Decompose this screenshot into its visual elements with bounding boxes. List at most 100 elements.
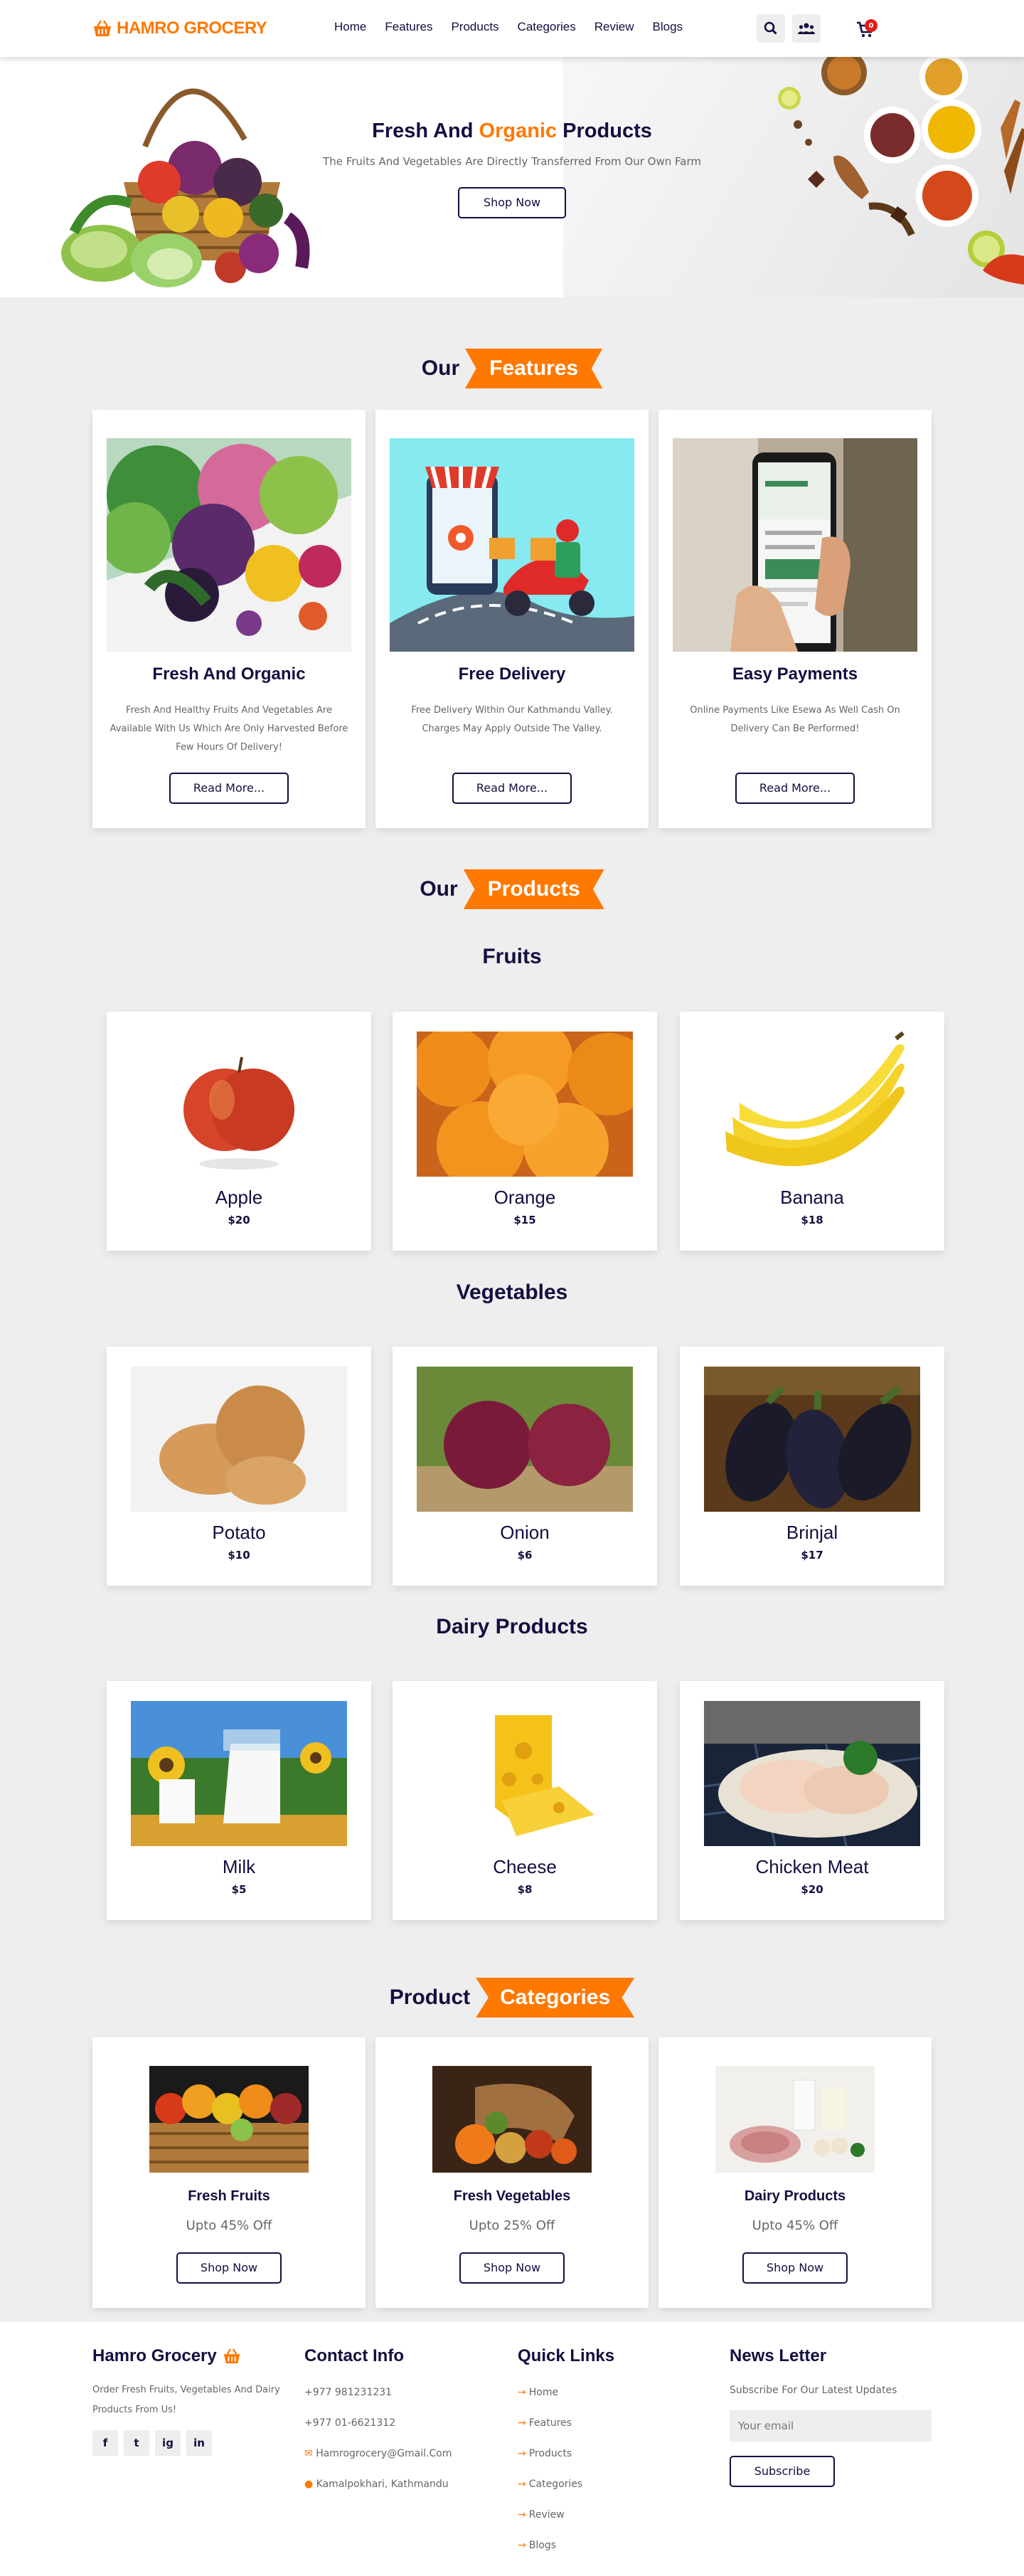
quick-link-features[interactable]: → Features (518, 2408, 703, 2439)
instagram-icon[interactable]: ig (155, 2430, 181, 2456)
nav-categories[interactable]: Categories (518, 20, 576, 34)
basket-icon (223, 2348, 240, 2364)
product-name: Brinjal (786, 1522, 838, 1543)
shop-now-button[interactable]: Shop Now (742, 2252, 848, 2284)
nav-home[interactable]: Home (334, 20, 366, 34)
read-more-button[interactable]: Read More... (169, 773, 289, 804)
product-card-milk[interactable]: Milk $5 (107, 1681, 371, 1920)
feature-title: Fresh And Organic (152, 664, 306, 684)
product-card-onion[interactable]: Onion $6 (393, 1347, 657, 1586)
footer-newsletter-column: News Letter Subscribe For Our Latest Upd… (730, 2343, 936, 2487)
categories-heading: Product Categories (0, 1978, 1024, 2018)
hero-content: Fresh And Organic Products The Fruits An… (284, 120, 740, 218)
feature-card-delivery: Free Delivery Free Delivery Within Our K… (375, 410, 649, 828)
twitter-icon[interactable]: t (124, 2430, 149, 2456)
phone-1[interactable]: +977 981231231 (304, 2378, 503, 2408)
quick-links: → Home → Features → Products → Categories → R… (518, 2378, 703, 2561)
feature-description: Online Payments Like Esewa As Well Cash … (690, 705, 900, 734)
newsletter-description: Subscribe For Our Latest Updates (730, 2385, 897, 2396)
product-card-chicken[interactable]: Chicken Meat $20 (680, 1681, 944, 1920)
product-name: Cheese (493, 1856, 557, 1877)
category-card-dairy: Dairy Products Upto 45% Off Shop Now (658, 2037, 932, 2308)
fruits-heading: Fruits (482, 945, 542, 968)
dairy-heading: Dairy Products (436, 1615, 588, 1638)
product-card-banana[interactable]: Banana $18 (680, 1012, 944, 1251)
nav-products[interactable]: Products (451, 20, 498, 34)
potato-image (131, 1367, 347, 1512)
feature-title: Easy Payments (732, 664, 858, 684)
product-price: $8 (517, 1883, 533, 1896)
phone-2[interactable]: +977 01-6621312 (304, 2408, 503, 2439)
quick-link-products[interactable]: → Products (518, 2439, 703, 2469)
feature-title: Free Delivery (458, 664, 566, 684)
read-more-button[interactable]: Read More... (452, 773, 572, 804)
search-button[interactable] (757, 14, 785, 43)
category-title: Dairy Products (744, 2188, 846, 2204)
product-price: $15 (513, 1214, 536, 1226)
apple-image (131, 1032, 347, 1177)
phone-payment-image (673, 438, 917, 652)
footer: Hamro Grocery Order Fresh Fruits, Vegeta… (0, 2322, 1024, 2576)
product-card-cheese[interactable]: Cheese $8 (393, 1681, 657, 1920)
hero-shop-now-button[interactable]: Shop Now (458, 187, 566, 218)
product-price: $5 (231, 1883, 247, 1896)
product-name: Orange (494, 1187, 556, 1208)
fruits-basket-image (149, 2066, 309, 2173)
product-card-potato[interactable]: Potato $10 (107, 1347, 371, 1586)
product-name: Onion (500, 1522, 550, 1543)
social-links: f t ig in (92, 2430, 292, 2456)
main-nav: Home Features Products Categories Review… (334, 20, 683, 34)
product-card-brinjal[interactable]: Brinjal $17 (680, 1347, 944, 1586)
feature-card-organic: Fresh And Organic Fresh And Healthy Frui… (92, 410, 366, 828)
milk-image (131, 1701, 347, 1846)
footer-email[interactable]: ✉ Hamrogrocery@Gmail.Com (304, 2439, 503, 2469)
footer-address: ● Kamalpokhari, Kathmandu (304, 2479, 449, 2490)
quick-link-categories[interactable]: → Categories (518, 2469, 703, 2500)
category-title: Fresh Vegetables (453, 2188, 571, 2204)
delivery-scooter-image (390, 438, 634, 652)
users-button[interactable] (792, 14, 821, 43)
product-price: $6 (517, 1549, 533, 1562)
vegetable-basket-image (61, 88, 310, 287)
read-more-button[interactable]: Read More... (735, 773, 855, 804)
product-name: Milk (222, 1856, 256, 1877)
product-name: Potato (212, 1522, 266, 1543)
feature-card-payments: Easy Payments Online Payments Like Esewa… (658, 410, 932, 828)
facebook-icon[interactable]: f (92, 2430, 118, 2456)
quick-link-home[interactable]: → Home (518, 2378, 703, 2408)
product-card-apple[interactable]: Apple $20 (107, 1012, 371, 1251)
product-price: $17 (801, 1549, 823, 1562)
arrow-right-icon: → (518, 2387, 526, 2398)
footer-links-column: Quick Links → Home → Features → Products → C… (518, 2343, 703, 2561)
basket-icon (94, 20, 111, 36)
shop-now-button[interactable]: Shop Now (459, 2252, 565, 2284)
product-price: $10 (228, 1549, 250, 1562)
footer-brand-description: Order Fresh Fruits, Vegetables And Dairy… (92, 2385, 280, 2415)
product-card-orange[interactable]: Orange $15 (393, 1012, 657, 1251)
category-discount: Upto 45% Off (186, 2218, 272, 2233)
logo[interactable]: HAMRO GROCERY (92, 16, 267, 41)
product-name: Banana (780, 1187, 844, 1208)
product-name: Apple (215, 1187, 263, 1208)
nav-features[interactable]: Features (385, 20, 432, 34)
shop-now-button[interactable]: Shop Now (176, 2252, 282, 2284)
linkedin-icon[interactable]: in (186, 2430, 212, 2456)
nav-blogs[interactable]: Blogs (653, 20, 683, 34)
vegetables-cornucopia-image (432, 2066, 592, 2173)
hero-subtitle: The Fruits And Vegetables Are Directly T… (323, 155, 701, 168)
newsletter-email-input[interactable] (730, 2410, 932, 2442)
subscribe-button[interactable]: Subscribe (730, 2456, 835, 2487)
orange-image (417, 1032, 633, 1177)
chicken-meat-image (704, 1701, 920, 1846)
footer-contact-column: Contact Info +977 981231231 +977 01-6621… (304, 2343, 503, 2500)
arrow-right-icon: → (518, 2509, 526, 2521)
quick-link-review[interactable]: → Review (518, 2500, 703, 2530)
feature-description: Fresh And Healthy Fruits And Vegetables … (110, 705, 348, 753)
onion-image (417, 1367, 633, 1512)
quick-link-blogs[interactable]: → Blogs (518, 2530, 703, 2561)
nav-review[interactable]: Review (594, 20, 634, 34)
arrow-right-icon: → (518, 2479, 526, 2490)
header: HAMRO GROCERY Home Features Products Cat… (0, 0, 1024, 57)
features-heading: Our Features (0, 349, 1024, 388)
newsletter-heading: News Letter (730, 2346, 827, 2365)
